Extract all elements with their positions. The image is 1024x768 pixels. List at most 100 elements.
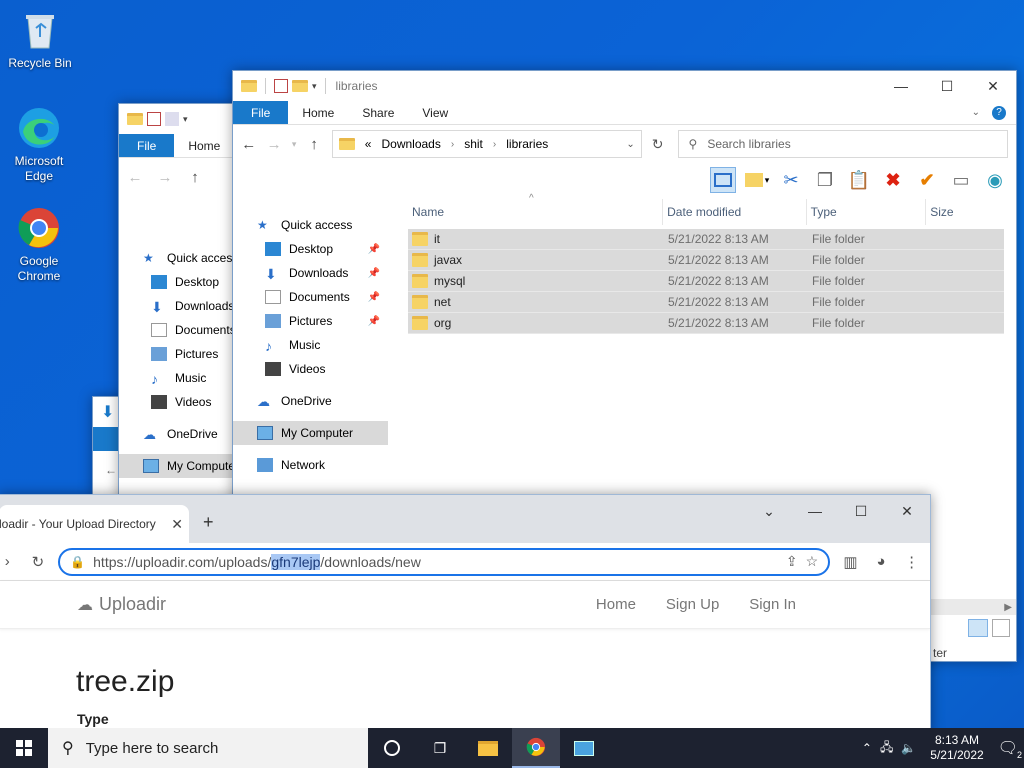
qat-dropdown-icon[interactable]: ▾: [183, 114, 188, 125]
cut-icon[interactable]: ✂: [778, 167, 804, 193]
folder-icon: [412, 295, 428, 309]
tab-home[interactable]: Home: [288, 101, 348, 124]
refresh-icon[interactable]: ↻: [652, 136, 664, 153]
recent-dropdown-icon[interactable]: ▾: [292, 139, 297, 150]
column-headers: Name Date modified Type Size: [408, 199, 1004, 225]
close-button[interactable]: ✕: [970, 78, 1016, 95]
new-folder-icon[interactable]: [292, 80, 308, 92]
minimize-button[interactable]: —: [792, 497, 838, 525]
chrome-window[interactable]: loadir - Your Upload Directory ✕ + ⌄ — ☐…: [0, 494, 931, 734]
column-type[interactable]: Type: [807, 199, 927, 225]
nav-pictures[interactable]: Pictures 📌: [233, 309, 388, 333]
nav-my-computer[interactable]: My Computer: [233, 421, 388, 445]
new-tab-button[interactable]: +: [203, 512, 214, 533]
forward-arrow-icon[interactable]: →: [157, 169, 173, 186]
task-view-icon[interactable]: ❐: [416, 728, 464, 768]
breadcrumb-overflow[interactable]: «: [365, 137, 372, 151]
nav-videos[interactable]: Videos: [233, 357, 388, 381]
desktop-icon-chrome[interactable]: Google Chrome: [1, 206, 77, 284]
paste-icon[interactable]: 📋: [846, 167, 872, 193]
search-input[interactable]: ⚲ Search libraries: [677, 130, 1008, 158]
properties-icon[interactable]: ▭: [948, 167, 974, 193]
site-logo[interactable]: ☁ Uploadir: [77, 594, 166, 615]
list-item[interactable]: it 5/21/2022 8:13 AM File folder: [408, 229, 1004, 250]
views-icon[interactable]: ▾: [744, 167, 770, 193]
copy-icon[interactable]: ❐: [812, 167, 838, 193]
properties-icon[interactable]: [147, 112, 161, 126]
nav-network[interactable]: Network: [233, 453, 388, 477]
start-button[interactable]: [0, 728, 48, 768]
nav-documents[interactable]: Documents 📌: [233, 285, 388, 309]
tab-home[interactable]: Home: [174, 134, 234, 157]
up-arrow-icon[interactable]: ↑: [187, 169, 203, 186]
breadcrumb-libraries[interactable]: libraries: [506, 137, 548, 151]
rename-icon[interactable]: ✔: [914, 167, 940, 193]
list-item[interactable]: mysql 5/21/2022 8:13 AM File folder: [408, 271, 1004, 292]
globe-icon[interactable]: ◉: [982, 167, 1008, 193]
profile-avatar[interactable]: ◕: [871, 553, 892, 570]
browser-tab[interactable]: loadir - Your Upload Directory ✕: [0, 505, 189, 543]
nav-onedrive[interactable]: ☁ OneDrive: [233, 389, 388, 413]
search-icon: ⚲: [688, 137, 698, 151]
tab-view[interactable]: View: [408, 101, 462, 124]
app-taskbar[interactable]: [560, 728, 608, 768]
task-view-button[interactable]: [368, 728, 416, 768]
chevron-up-icon[interactable]: ⌃: [862, 741, 872, 755]
nav-link-signup[interactable]: Sign Up: [666, 596, 719, 613]
menu-icon[interactable]: ⋮: [901, 553, 922, 571]
back-arrow-icon[interactable]: ←: [241, 136, 256, 153]
details-view-icon[interactable]: [968, 619, 988, 637]
list-item[interactable]: javax 5/21/2022 8:13 AM File folder: [408, 250, 1004, 271]
clock[interactable]: 8:13 AM 5/21/2022: [924, 733, 989, 763]
tab-search-icon[interactable]: ⌄: [746, 497, 792, 525]
minimize-button[interactable]: —: [878, 78, 924, 95]
column-date-modified[interactable]: Date modified: [663, 199, 807, 225]
nav-link-home[interactable]: Home: [596, 596, 636, 613]
side-panel-icon[interactable]: ▥: [840, 553, 861, 571]
ribbon-expand-icon[interactable]: ⌄: [972, 107, 980, 118]
share-icon[interactable]: ⇪: [786, 553, 798, 570]
forward-arrow-icon[interactable]: →: [266, 136, 282, 153]
volume-icon[interactable]: 🔈: [901, 741, 916, 755]
chevron-down-icon[interactable]: ⌄: [626, 139, 634, 150]
qat-dropdown-icon[interactable]: ▾: [312, 81, 317, 92]
address-bar[interactable]: « Downloads › shit › libraries ⌄: [331, 130, 642, 158]
nav-downloads[interactable]: ⬇ Downloads 📌: [233, 261, 388, 285]
large-icons-view-icon[interactable]: [992, 619, 1010, 637]
file-explorer-taskbar[interactable]: [464, 728, 512, 768]
maximize-button[interactable]: ☐: [924, 78, 970, 95]
nav-music[interactable]: ♪ Music: [233, 333, 388, 357]
bookmark-star-icon[interactable]: ☆: [806, 553, 819, 570]
reload-icon[interactable]: ↻: [28, 553, 49, 571]
nav-link-signin[interactable]: Sign In: [749, 596, 796, 613]
list-item[interactable]: net 5/21/2022 8:13 AM File folder: [408, 292, 1004, 313]
new-folder-icon[interactable]: [165, 112, 179, 126]
properties-icon[interactable]: [274, 79, 288, 93]
taskbar-search[interactable]: ⚲ Type here to search: [48, 728, 368, 768]
tab-file[interactable]: File: [119, 134, 175, 157]
breadcrumb-downloads[interactable]: Downloads: [381, 137, 440, 151]
forward-arrow-icon[interactable]: ›: [0, 553, 18, 570]
nav-quick-access[interactable]: ★ Quick access: [233, 213, 388, 237]
back-arrow-icon[interactable]: ←: [127, 169, 143, 186]
breadcrumb-shit[interactable]: shit: [464, 137, 483, 151]
delete-icon[interactable]: ✖: [880, 167, 906, 193]
chrome-taskbar[interactable]: [512, 728, 560, 768]
desktop-icon-recycle-bin[interactable]: Recycle Bin: [2, 8, 78, 71]
tab-share[interactable]: Share: [348, 101, 408, 124]
up-arrow-icon[interactable]: ↑: [306, 136, 321, 153]
notification-icon[interactable]: 🗨 2: [998, 738, 1022, 760]
preview-pane-icon[interactable]: [710, 167, 736, 193]
column-size[interactable]: Size: [926, 199, 1004, 225]
list-item[interactable]: org 5/21/2022 8:13 AM File folder: [408, 313, 1004, 334]
nav-desktop[interactable]: Desktop 📌: [233, 237, 388, 261]
tab-close-icon[interactable]: ✕: [171, 516, 183, 533]
help-icon[interactable]: ?: [992, 105, 1006, 120]
column-name[interactable]: Name: [408, 199, 664, 225]
desktop-icon-edge[interactable]: Microsoft Edge: [1, 106, 77, 184]
close-button[interactable]: ✕: [884, 497, 930, 525]
tab-file[interactable]: File: [233, 101, 289, 124]
maximize-button[interactable]: ☐: [838, 497, 884, 525]
url-bar[interactable]: 🔒 https://uploadir.com/uploads/gfn7lejp/…: [58, 547, 831, 576]
network-icon[interactable]: 🖧: [880, 738, 893, 759]
